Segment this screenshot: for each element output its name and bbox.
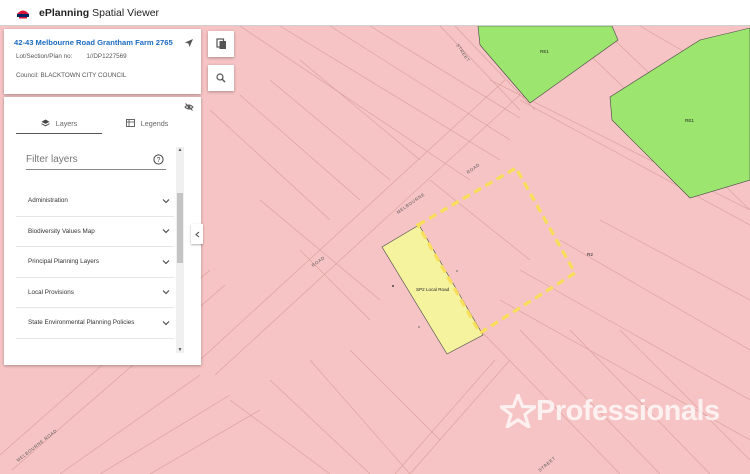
nsw-government-logo-icon	[17, 10, 29, 18]
zone-label-r2: R2	[587, 252, 593, 257]
layer-group-label: Local Provisions	[28, 288, 74, 296]
hide-layers-eye-slash-icon[interactable]	[184, 102, 194, 112]
zone-label-sp2: SP2 Local Road	[416, 287, 450, 292]
search-icon	[216, 73, 226, 83]
layer-group-biodiversity[interactable]: Biodiversity Values Map	[16, 217, 174, 247]
layer-group-local-provisions[interactable]: Local Provisions	[16, 278, 174, 308]
app-header: ePlanning Spatial Viewer	[0, 0, 750, 26]
scroll-down-arrow-icon[interactable]: ▼	[177, 347, 183, 353]
property-address[interactable]: 42-43 Melbourne Road Grantham Farm 2765	[14, 38, 173, 47]
tab-layers-label: Layers	[55, 118, 78, 128]
lot-value: 1//DP1227569	[86, 53, 127, 60]
copy-document-button[interactable]	[208, 31, 234, 57]
professionals-watermark: Professionals	[500, 394, 720, 428]
tab-legends-label: Legends	[140, 118, 169, 128]
layer-group-sepp[interactable]: State Environmental Planning Policies	[16, 308, 174, 339]
chevron-left-icon	[194, 231, 199, 237]
scroll-up-arrow-icon[interactable]: ▲	[177, 147, 183, 153]
chevron-down-icon	[162, 198, 170, 204]
layer-group-label: State Environmental Planning Policies	[28, 319, 135, 327]
tab-legends[interactable]: Legends	[104, 113, 190, 133]
app-title: ePlanning Spatial Viewer	[39, 7, 159, 19]
collapse-panel-button[interactable]	[191, 224, 203, 244]
chevron-down-icon	[162, 229, 170, 234]
layers-scrollbar-thumb[interactable]	[177, 193, 183, 263]
zone-label-re1-a: RE1	[540, 49, 549, 54]
app-title-rest: Spatial Viewer	[89, 6, 160, 19]
layer-group-administration[interactable]: Administration	[16, 186, 174, 217]
layers-panel: Layers Legends Filter layers ? Administr…	[4, 97, 201, 365]
filter-layers-input[interactable]: Filter layers	[26, 151, 166, 170]
lot-label: Lot/Section/Plan no:	[16, 53, 73, 60]
search-button[interactable]	[208, 65, 234, 91]
layers-stack-icon	[40, 119, 50, 127]
property-council: Council: BLACKTOWN CITY COUNCIL	[16, 72, 127, 79]
property-info-panel: 42-43 Melbourne Road Grantham Farm 2765 …	[4, 29, 201, 94]
watermark-text: Professionals	[536, 394, 720, 427]
chevron-down-icon	[162, 320, 170, 326]
svg-text:?: ?	[157, 157, 161, 164]
chevron-down-icon	[162, 290, 170, 295]
navigate-arrow-icon[interactable]	[184, 38, 194, 48]
app-title-bold: ePlanning	[39, 6, 90, 19]
legend-table-icon	[125, 119, 135, 127]
tab-layers[interactable]: Layers	[16, 113, 102, 134]
layer-group-label: Principal Planning Layers	[28, 258, 100, 266]
chevron-down-icon	[162, 259, 170, 265]
layer-group-label: Biodiversity Values Map	[28, 227, 95, 235]
property-lot-plan: Lot/Section/Plan no: 1//DP1227569	[16, 53, 127, 60]
help-question-icon[interactable]: ?	[153, 154, 164, 165]
layer-group-label: Administration	[28, 197, 68, 205]
layer-group-principal-planning[interactable]: Principal Planning Layers	[16, 247, 174, 278]
star-logo-icon	[500, 394, 536, 428]
zone-label-re1-b: RE1	[685, 118, 694, 123]
document-copy-icon	[215, 38, 226, 49]
layer-group-list: Administration Biodiversity Values Map P…	[16, 186, 174, 339]
